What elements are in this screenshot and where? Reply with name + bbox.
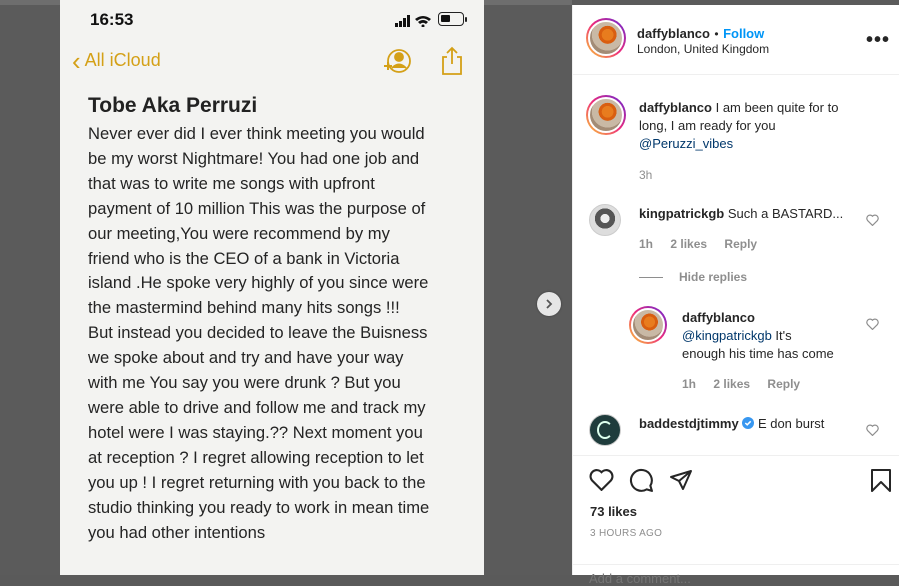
note-line: at reception ? I regret allowing recepti… — [88, 447, 424, 467]
reply-text: enough his time has come — [682, 346, 834, 361]
battery-tip — [465, 17, 467, 22]
like-comment-icon[interactable] — [866, 424, 879, 436]
post-details-panel: daffyblanco • Follow London, United King… — [572, 5, 899, 586]
location[interactable]: London, United Kingdom — [637, 42, 769, 56]
add-comment-input[interactable] — [589, 571, 829, 586]
status-time: 16:53 — [90, 10, 134, 29]
caption-text: long, I am ready for you — [639, 118, 776, 133]
note-title: Tobe Aka Perruzi — [88, 94, 258, 117]
note-line: payment of 10 million This was the purpo… — [88, 198, 426, 218]
reply-likes[interactable]: 2 likes — [713, 377, 750, 391]
caption-time[interactable]: 3h — [639, 168, 652, 182]
note-line: you had other intentions — [88, 522, 266, 542]
caption-text: I am been quite for to — [715, 100, 839, 115]
author-username[interactable]: daffyblanco — [637, 26, 710, 41]
reply-button[interactable]: Reply — [724, 237, 757, 251]
comment: baddestdjtimmy E don burst — [639, 415, 824, 433]
post-image: 16:53 ‹ All iCloud Tobe Aka Perruzi Neve… — [60, 0, 484, 575]
comment-time[interactable]: 1h — [639, 237, 653, 251]
battery-icon — [438, 12, 464, 26]
note-line: you up ! I regret returning with you bac… — [88, 472, 426, 492]
reply-button[interactable]: Reply — [767, 377, 800, 391]
reply-comment: daffyblanco @kingpatrickgb It's enough h… — [682, 309, 862, 363]
save-bookmark-icon[interactable] — [870, 468, 892, 493]
back-button: ‹ All iCloud — [72, 45, 161, 76]
post-actions: 73 likes 3 HOURS AGO — [573, 455, 899, 586]
comment-username[interactable]: kingpatrickgb — [639, 206, 724, 221]
mention-link[interactable]: @kingpatrickgb — [682, 328, 772, 343]
commenter-avatar[interactable] — [589, 414, 621, 446]
note-line: hotel were I was staying.?? Next moment … — [88, 422, 423, 442]
note-line: the mastermind behind many hits songs !!… — [88, 298, 400, 318]
reply-time[interactable]: 1h — [682, 377, 696, 391]
comment-meta: 1h 2 likes Reply — [639, 237, 771, 251]
post-timestamp[interactable]: 3 HOURS AGO — [590, 528, 662, 539]
post-header: daffyblanco • Follow London, United King… — [573, 5, 899, 75]
separator: • — [714, 27, 719, 41]
caption: daffyblanco I am been quite for to long,… — [639, 99, 879, 153]
comment: kingpatrickgb Such a BASTARD... — [639, 205, 843, 223]
note-line: be my worst Nightmare! You had one job a… — [88, 148, 420, 168]
add-comment-bar — [573, 564, 899, 586]
note-line: were able to drive and follow me and tra… — [88, 397, 426, 417]
reply-meta: 1h 2 likes Reply — [682, 377, 814, 391]
likes-count[interactable]: 73 likes — [590, 504, 637, 519]
note-line: But instead you decided to leave the Bui… — [88, 323, 428, 343]
next-image-button[interactable] — [537, 292, 561, 316]
back-label: All iCloud — [84, 50, 161, 70]
note-line: that was to write me songs with upfront — [88, 173, 375, 193]
comment-text: E don burst — [757, 416, 825, 431]
note-line: Never ever did I ever think meeting you … — [88, 124, 425, 143]
like-comment-icon[interactable] — [866, 214, 879, 226]
note-line: our meeting,You were recommend by my — [88, 223, 390, 243]
note-line: studio thinking you ready to work in mea… — [88, 497, 430, 517]
like-heart-icon[interactable] — [589, 468, 614, 491]
note-line: we spoke about and try and have your way — [88, 348, 404, 368]
comment-likes[interactable]: 2 likes — [670, 237, 707, 251]
mention-link[interactable]: @Peruzzi_vibes — [639, 136, 733, 151]
note-line: friend who is the CEO of a bank in Victo… — [88, 248, 400, 268]
note-body: Never ever did I ever think meeting you … — [88, 122, 468, 545]
ios-status-bar: 16:53 — [60, 8, 484, 30]
more-options-icon[interactable]: ••• — [866, 29, 890, 52]
caption-avatar[interactable] — [586, 95, 626, 135]
avatar[interactable] — [586, 18, 626, 58]
reply-avatar[interactable] — [629, 306, 667, 344]
like-comment-icon[interactable] — [866, 318, 879, 330]
commenter-avatar[interactable] — [589, 204, 621, 236]
chevron-right-icon — [546, 299, 553, 309]
share-icon — [440, 46, 464, 81]
divider — [639, 277, 663, 278]
hide-replies-button[interactable]: Hide replies — [679, 270, 747, 284]
comment-username[interactable]: baddestdjtimmy — [639, 416, 739, 431]
comment-text: Such a BASTARD... — [727, 206, 844, 221]
follow-button[interactable]: Follow — [723, 26, 764, 41]
comment-icon[interactable] — [629, 468, 654, 493]
page: 16:53 ‹ All iCloud Tobe Aka Perruzi Neve… — [0, 0, 899, 586]
note-line: island .He spoke very highly of you sinc… — [88, 273, 429, 293]
signal-wifi-icon — [395, 14, 435, 32]
reply-text: It's — [771, 328, 792, 343]
share-send-icon[interactable] — [669, 468, 693, 492]
note-line: with me You say you were drunk ? But you — [88, 373, 401, 393]
notes-nav-bar: ‹ All iCloud — [60, 44, 484, 80]
reply-username[interactable]: daffyblanco — [682, 310, 755, 325]
add-person-icon — [382, 46, 412, 81]
verified-badge-icon — [742, 417, 755, 429]
chevron-left-icon: ‹ — [72, 45, 81, 76]
caption-username[interactable]: daffyblanco — [639, 100, 712, 115]
